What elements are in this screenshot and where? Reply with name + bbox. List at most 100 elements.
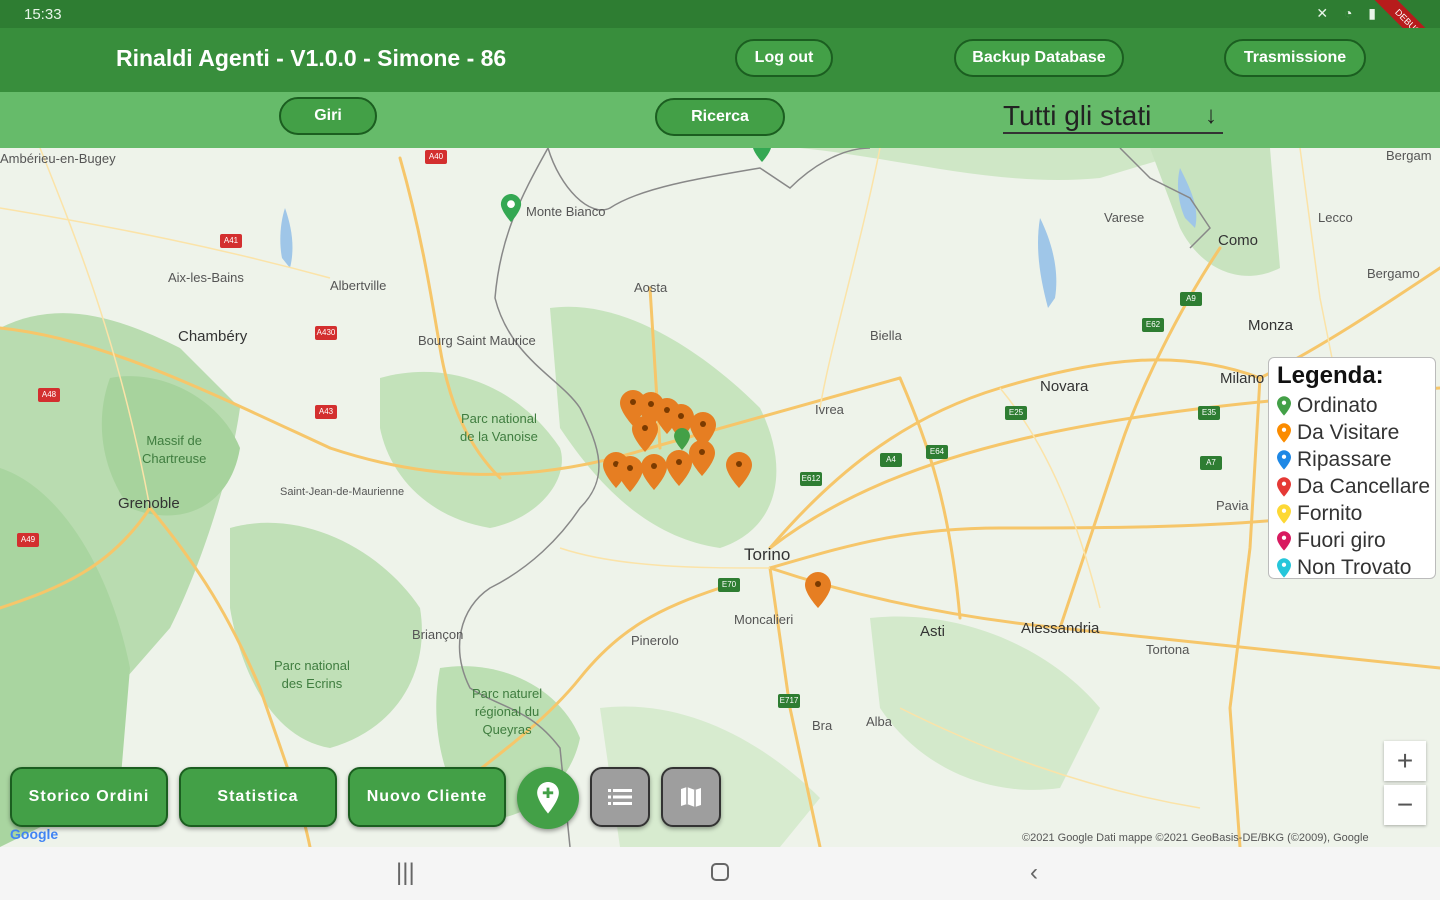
legend-title: Legenda: [1277,362,1384,389]
list-view-button[interactable] [590,767,650,827]
zoom-in-button[interactable]: + [1384,741,1426,781]
legend-item: Ripassare [1277,446,1427,473]
status-time: 15:33 [24,6,62,23]
legend-label: Da Visitare [1297,420,1400,444]
place-label: Bourg Saint Maurice [418,333,536,348]
status-icons: ✕ ◔ ▮ [1316,5,1382,21]
place-label: Pinerolo [631,633,679,648]
road-badge: A49 [17,533,39,547]
green-marker-icon [1277,395,1291,416]
place-label: Grenoble [118,495,180,512]
map-view-button[interactable] [661,767,721,827]
new-client-button[interactable]: Nuovo Cliente [348,767,506,827]
landmark-marker-icon[interactable] [752,148,772,162]
status-filter-value: Tutti gli stati [1003,100,1152,131]
park-label: Parc national de la Vanoise [460,411,538,444]
place-label: Asti [920,623,946,640]
place-label: Lecco [1318,210,1353,225]
place-label: Monza [1248,317,1294,334]
road-badge: A4 [880,453,902,467]
landmark-marker-icon[interactable] [500,194,522,222]
zoom-out-button[interactable]: − [1384,785,1426,825]
park-label: Parc national des Ecrins [274,658,350,691]
place-label: Albertville [330,278,387,293]
place-label: Alessandria [1021,620,1100,637]
place-label: Milano [1220,370,1265,387]
legend-label: Da Cancellare [1297,474,1431,498]
place-label: Aosta [634,280,668,295]
road-badge: A40 [425,150,447,164]
road-badge: E62 [1142,318,1164,332]
yellow-marker-icon [1277,503,1291,524]
map-legend: Legenda: Ordinato Da Visitare Ripassare … [1268,357,1436,579]
legend-item: Da Cancellare [1277,473,1431,500]
backup-database-button[interactable]: Backup Database [954,39,1124,77]
transmission-button[interactable]: Trasmissione [1224,39,1366,77]
giri-button[interactable]: Giri [279,97,377,135]
orange-marker-icon [1277,422,1291,443]
client-marker[interactable] [641,454,667,490]
recent-apps-icon[interactable]: ||| [396,859,415,887]
road-badge: E35 [1198,406,1220,420]
legend-label: Fuori giro [1297,528,1386,552]
order-history-button[interactable]: Storico Ordini [10,767,168,827]
road-badge: A48 [38,388,60,402]
back-icon[interactable]: ‹ [1030,859,1038,887]
app-bar: Rinaldi Agenti - V1.0.0 - Simone - 86 Lo… [0,28,1440,92]
search-button[interactable]: Ricerca [655,98,785,136]
cyan-marker-icon [1277,557,1291,578]
filter-bar: Giri Ricerca Tutti gli stati ↓ [0,92,1440,148]
legend-label: Fornito [1297,501,1363,525]
app-root: 15:33 ✕ ◔ ▮ DEBUG Rinaldi Agenti - V1.0.… [0,0,1440,900]
place-label: Bergamo [1367,266,1420,281]
road-badge: E70 [718,578,740,592]
place-label: Varese [1104,210,1145,225]
place-label: Briançon [412,627,464,642]
place-label: Aix-les-Bains [168,270,244,285]
client-marker[interactable] [689,440,715,476]
legend-item: Da Visitare [1277,419,1427,446]
add-location-button[interactable] [517,767,579,829]
add-location-icon [537,781,559,814]
park-label: Massif de Chartreuse [142,433,207,466]
road-badge: A430 [315,326,337,340]
map-copyright: ©2021 Google Dati mappe ©2021 GeoBasis-D… [1022,832,1369,844]
place-label: Bra [812,718,833,733]
app-title: Rinaldi Agenti - V1.0.0 - Simone - 86 [116,45,507,71]
road-badge: A9 [1180,292,1202,306]
logout-button[interactable]: Log out [735,39,833,77]
place-label: Saint-Jean-de-Maurienne [280,486,405,498]
legend-item: Non Trovato [1277,554,1427,581]
place-label: Torino [744,545,791,564]
red-marker-icon [1277,476,1291,497]
blue-marker-icon [1277,449,1291,470]
status-filter-dropdown[interactable]: Tutti gli stati ↓ [1003,100,1223,134]
legend-label: Non Trovato [1297,555,1412,579]
place-label: Ivrea [815,402,844,417]
home-icon[interactable] [710,861,730,889]
place-label: Alba [866,714,893,729]
legend-item: Fornito [1277,500,1427,527]
place-label: Chambéry [178,328,248,345]
legend-item: Fuori giro [1277,527,1427,554]
client-marker[interactable] [632,416,658,452]
status-bar: 15:33 ✕ ◔ ▮ DEBUG [0,0,1440,71]
statistics-button[interactable]: Statistica [179,767,337,827]
place-label: Pavia [1216,498,1249,513]
legend-label: Ripassare [1297,447,1392,471]
legend-item: Ordinato [1277,392,1427,419]
pink-marker-icon [1277,530,1291,551]
place-label: Bergam [1386,148,1432,163]
road-badge: A7 [1200,456,1222,470]
road-badge: A41 [220,234,242,248]
place-label: Tortona [1146,642,1190,657]
place-label: Biella [870,328,902,343]
client-marker[interactable] [805,572,831,608]
park-label: Parc naturel régional du Queyras [472,686,543,737]
place-label: Novara [1040,378,1089,395]
client-marker[interactable] [617,456,643,492]
map-view[interactable]: A40 A41 A430 A48 A43 A49 E612 A4 E64 E70… [0,148,1440,847]
client-marker[interactable] [726,452,752,488]
legend-label: Ordinato [1297,393,1378,417]
road-badge: A43 [315,405,337,419]
